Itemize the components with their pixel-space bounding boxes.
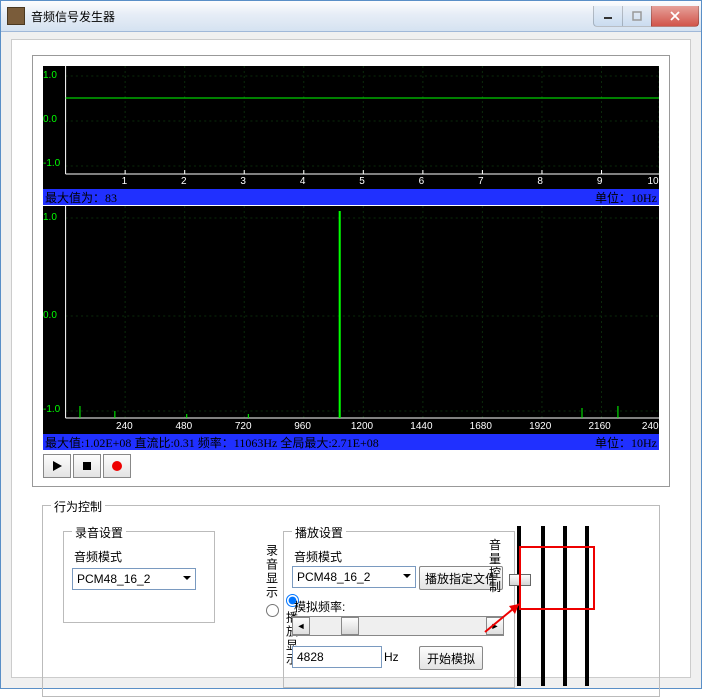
record-button[interactable] [103, 454, 131, 478]
titlebar[interactable]: 音频信号发生器 [1, 1, 701, 32]
ytick: -1.0 [43, 158, 60, 169]
plot2-freq: 频率：11063Hz [198, 434, 278, 450]
xtick: 480 [175, 421, 192, 432]
client-area: 1.0 0.0 -1.0 1 2 3 4 5 6 7 8 9 10 [11, 39, 691, 678]
app-icon [7, 7, 25, 25]
behavior-group: 行为控制 录音设置 音频模式 PCM48_16_2 录音显示 播放显示 播放设置… [42, 505, 660, 697]
plot1-grid [43, 66, 659, 189]
play-button[interactable] [43, 454, 71, 478]
ytick: 1.0 [43, 70, 57, 81]
sim-freq-input[interactable]: 4828 [292, 646, 382, 668]
record-mode-select[interactable]: PCM48_16_2 [72, 568, 196, 590]
record-group: 录音设置 音频模式 PCM48_16_2 [63, 531, 215, 623]
maximize-button[interactable] [622, 6, 652, 27]
plot1-max-label: 最大值为：83 [45, 189, 117, 205]
xtick: 9 [597, 176, 603, 187]
highlight-arrow-icon [481, 600, 523, 636]
ytick: 1.0 [43, 212, 57, 223]
play-mode-select[interactable]: PCM48_16_2 [292, 566, 416, 588]
close-button[interactable] [651, 6, 699, 27]
start-sim-button[interactable]: 开始模拟 [419, 646, 483, 670]
xtick: 1920 [529, 421, 551, 432]
ytick: -1.0 [43, 404, 60, 415]
plot2-gmax: 全局最大:2.71E+08 [280, 434, 378, 450]
highlight-box [519, 546, 595, 610]
xtick: 8 [537, 176, 543, 187]
xtick: 1200 [351, 421, 373, 432]
stop-button[interactable] [73, 454, 101, 478]
behavior-title: 行为控制 [51, 498, 105, 515]
volume-area: 音量控制 [489, 526, 609, 686]
window-title: 音频信号发生器 [31, 8, 594, 25]
spectrum-plot: 1.0 0.0 -1.0 240 480 720 960 1200 1440 1… [43, 206, 659, 434]
xtick: 720 [235, 421, 252, 432]
xtick: 1440 [410, 421, 432, 432]
ytick: 0.0 [43, 114, 57, 125]
plot2-status-bar: 最大值:1.02E+08 直流比:0.31 频率：11063Hz 全局最大:2.… [43, 434, 659, 450]
xtick: 960 [294, 421, 311, 432]
plot1-unit-label: 单位：10Hz [595, 189, 657, 205]
plot2-dc: 直流比:0.31 [134, 434, 194, 450]
xtick: 2 [181, 176, 187, 187]
sim-freq-label: 模拟频率: [294, 598, 345, 615]
play-title: 播放设置 [292, 524, 346, 541]
minimize-button[interactable] [593, 6, 623, 27]
volume-label: 音量控制 [489, 538, 503, 594]
xtick: 6 [419, 176, 425, 187]
play-mode-value: PCM48_16_2 [297, 570, 370, 584]
xtick: 1680 [470, 421, 492, 432]
record-mode-value: PCM48_16_2 [77, 572, 150, 586]
record-mode-label: 音频模式 [74, 548, 122, 565]
record-title: 录音设置 [72, 524, 126, 541]
transport-toolbar [43, 454, 131, 478]
slider-left-arrow[interactable]: ◄ [292, 617, 310, 635]
waveform-plot: 1.0 0.0 -1.0 1 2 3 4 5 6 7 8 9 10 [43, 66, 659, 189]
xtick: 240 [116, 421, 133, 432]
xtick: 2400 [642, 421, 664, 432]
sim-freq-slider[interactable]: ◄ ► [292, 616, 504, 636]
xtick: 5 [359, 176, 365, 187]
app-window: 音频信号发生器 [0, 0, 702, 689]
plot2-unit: 单位：10Hz [595, 434, 657, 450]
xtick: 2160 [588, 421, 610, 432]
ytick: 0.0 [43, 310, 57, 321]
xtick: 7 [478, 176, 484, 187]
plot1-status-bar: 最大值为：83 单位：10Hz [43, 189, 659, 205]
plot2-max: 最大值:1.02E+08 [45, 434, 131, 450]
xtick: 1 [122, 176, 128, 187]
slider-thumb[interactable] [341, 617, 359, 635]
xtick: 3 [240, 176, 246, 187]
xtick: 10 [647, 176, 658, 187]
play-mode-label: 音频模式 [294, 548, 342, 565]
record-display-label: 录音显示 [264, 544, 281, 600]
plot2-grid [43, 206, 659, 434]
xtick: 4 [300, 176, 306, 187]
hz-label: Hz [384, 650, 399, 664]
plot-panel: 1.0 0.0 -1.0 1 2 3 4 5 6 7 8 9 10 [32, 55, 670, 487]
